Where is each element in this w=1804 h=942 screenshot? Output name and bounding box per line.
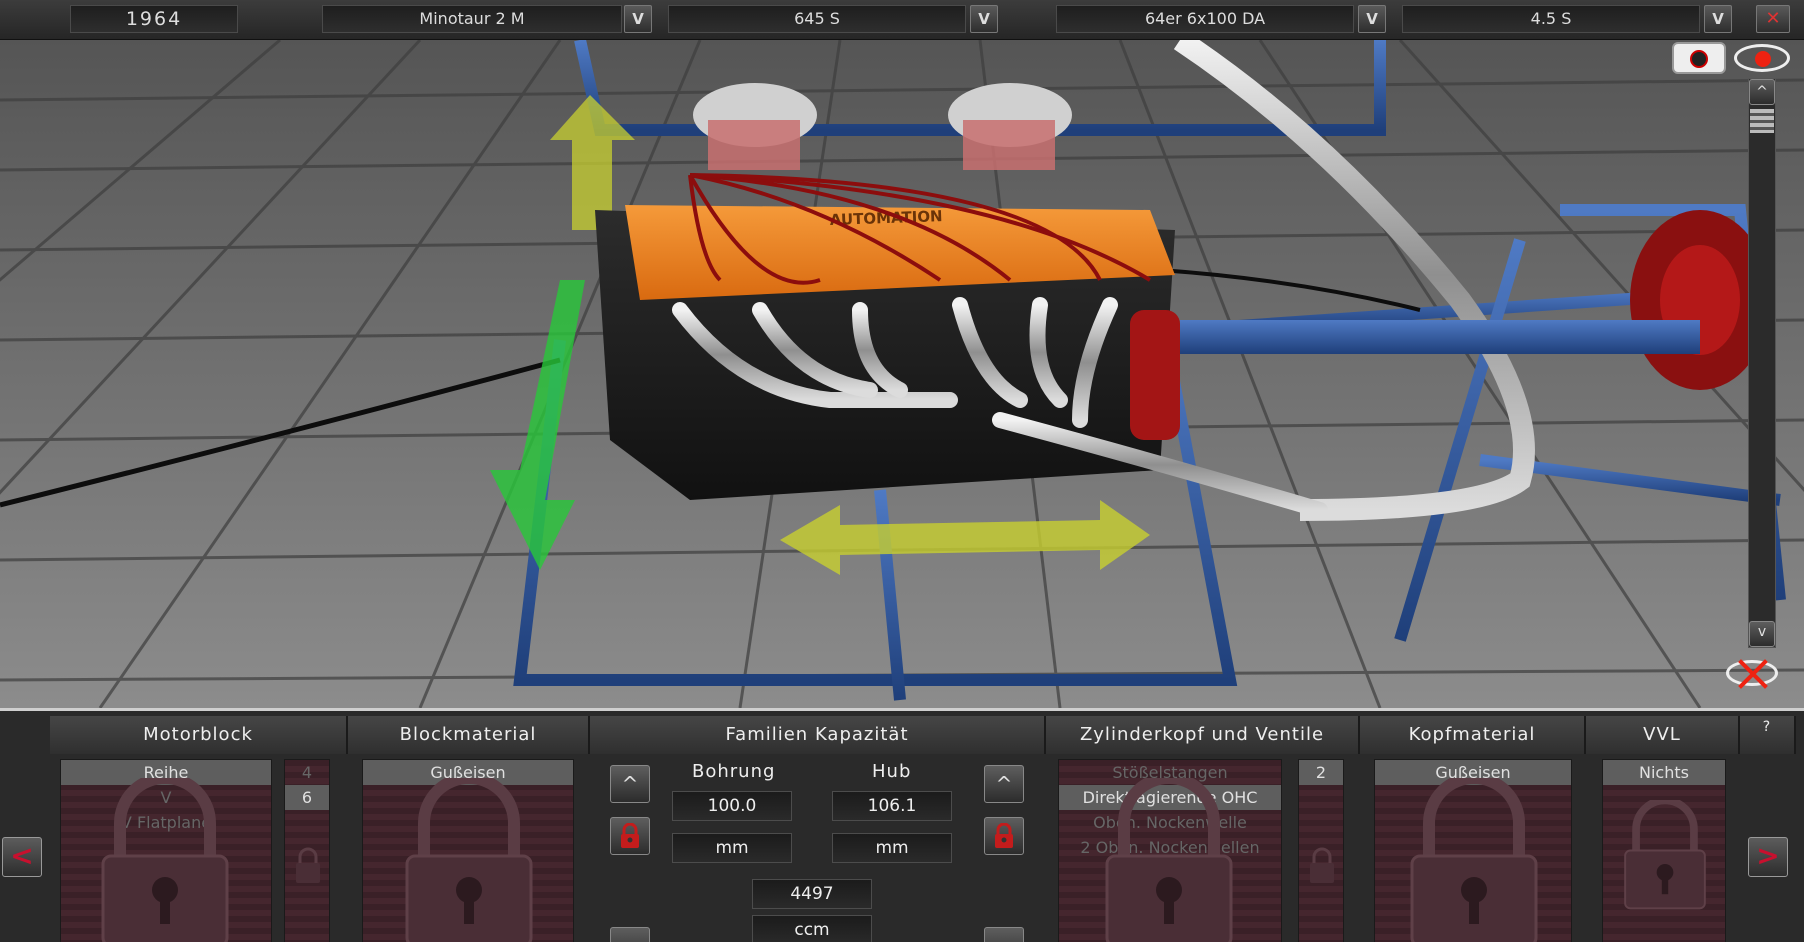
engine-family-select[interactable]: 64er 6x100 DA	[1056, 5, 1354, 33]
engine-family-dropdown-button[interactable]: V	[1358, 5, 1386, 33]
engine-variant-dropdown-button[interactable]: V	[1704, 5, 1732, 33]
headmaterial-list[interactable]: Gußeisen	[1374, 759, 1572, 942]
help-button[interactable]: ?	[1740, 716, 1796, 754]
list-item[interactable]: 2	[1299, 760, 1343, 785]
lock-icon	[621, 822, 639, 848]
capacity-section: ^ v Bohrung 100.0 mm Hub 106.1 mm 4497 c…	[600, 755, 1036, 942]
zoom-up-button[interactable]: ^	[1749, 79, 1775, 105]
list-item[interactable]: 6	[285, 785, 329, 810]
list-item[interactable]: 4	[285, 760, 329, 785]
variant-dropdown-button[interactable]: V	[970, 5, 998, 33]
list-item[interactable]: V Flatplane	[61, 810, 271, 835]
cylinder-count-list[interactable]: 4 6	[284, 759, 330, 942]
zoom-scrollbar[interactable]: ^ v	[1748, 78, 1776, 648]
blockmaterial-header: Blockmaterial	[348, 716, 590, 754]
close-button[interactable]: ✕	[1756, 5, 1790, 33]
displacement-value: 4497	[752, 879, 872, 909]
bore-up-button[interactable]: ^	[610, 765, 650, 803]
displacement-unit: ccm	[752, 915, 872, 942]
lock-icon	[1310, 847, 1334, 883]
stroke-up-button[interactable]: ^	[984, 765, 1024, 803]
engine-variant-select[interactable]: 4.5 S	[1402, 5, 1700, 33]
vvl-list[interactable]: Nichts	[1602, 759, 1726, 942]
list-item[interactable]: 2 Oben. Nockenwellen	[1059, 835, 1281, 860]
motorblock-list[interactable]: Reihe V V Flatplane	[60, 759, 272, 942]
stroke-down-button[interactable]: v	[984, 927, 1024, 942]
list-item[interactable]: Direkt agierende OHC	[1059, 785, 1281, 810]
stroke-value[interactable]: 106.1	[832, 791, 952, 821]
camera-icon[interactable]	[1672, 42, 1726, 74]
stroke-unit: mm	[832, 833, 952, 863]
valve-count-list[interactable]: 2	[1298, 759, 1344, 942]
top-bar: 1964 Minotaur 2 M V 645 S V 64er 6x100 D…	[0, 0, 1804, 40]
capacity-header: Familien Kapazität	[590, 716, 1046, 754]
motorblock-header: Motorblock	[50, 716, 348, 754]
bore-unit: mm	[672, 833, 792, 863]
family-select[interactable]: Minotaur 2 M	[322, 5, 622, 33]
bore-down-button[interactable]: v	[610, 927, 650, 942]
list-item[interactable]: Gußeisen	[363, 760, 573, 785]
lock-icon	[1624, 800, 1706, 910]
head-header: Zylinderkopf und Ventile	[1046, 716, 1360, 754]
zoom-down-button[interactable]: v	[1749, 621, 1775, 647]
lock-icon	[995, 822, 1013, 848]
list-item[interactable]: Stößelstangen	[1059, 760, 1281, 785]
lock-icon	[296, 847, 320, 883]
lock-icon	[1410, 778, 1538, 942]
stroke-label: Hub	[872, 761, 912, 782]
stroke-lock-button[interactable]	[984, 817, 1024, 855]
list-item[interactable]: Reihe	[61, 760, 271, 785]
engine-config-panel: Motorblock Blockmaterial Familien Kapazi…	[0, 708, 1804, 942]
list-item[interactable]: Oben. Nockenwelle	[1059, 810, 1281, 835]
lock-icon	[405, 778, 533, 942]
zoom-slider-handle[interactable]	[1750, 109, 1774, 133]
variant-select[interactable]: 645 S	[668, 5, 966, 33]
headmaterial-header: Kopfmaterial	[1360, 716, 1586, 754]
bore-lock-button[interactable]	[610, 817, 650, 855]
list-item[interactable]: Gußeisen	[1375, 760, 1571, 785]
head-type-list[interactable]: Stößelstangen Direkt agierende OHC Oben.…	[1058, 759, 1282, 942]
engine-3d-viewport[interactable]: AUTOMATION ^ v	[0, 40, 1804, 708]
vvl-header: VVL	[1586, 716, 1740, 754]
family-dropdown-button[interactable]: V	[624, 5, 652, 33]
engine-scene: AUTOMATION	[0, 40, 1804, 708]
hide-view-icon[interactable]	[1726, 659, 1778, 689]
bore-label: Bohrung	[692, 761, 776, 782]
eye-icon[interactable]	[1734, 44, 1790, 72]
next-button[interactable]: >	[1748, 837, 1788, 877]
year-field: 1964	[70, 5, 238, 33]
blockmaterial-list[interactable]: Gußeisen	[362, 759, 574, 942]
prev-button[interactable]: <	[2, 837, 42, 877]
list-item[interactable]: Nichts	[1603, 760, 1725, 785]
bore-value[interactable]: 100.0	[672, 791, 792, 821]
list-item[interactable]: V	[61, 785, 271, 810]
